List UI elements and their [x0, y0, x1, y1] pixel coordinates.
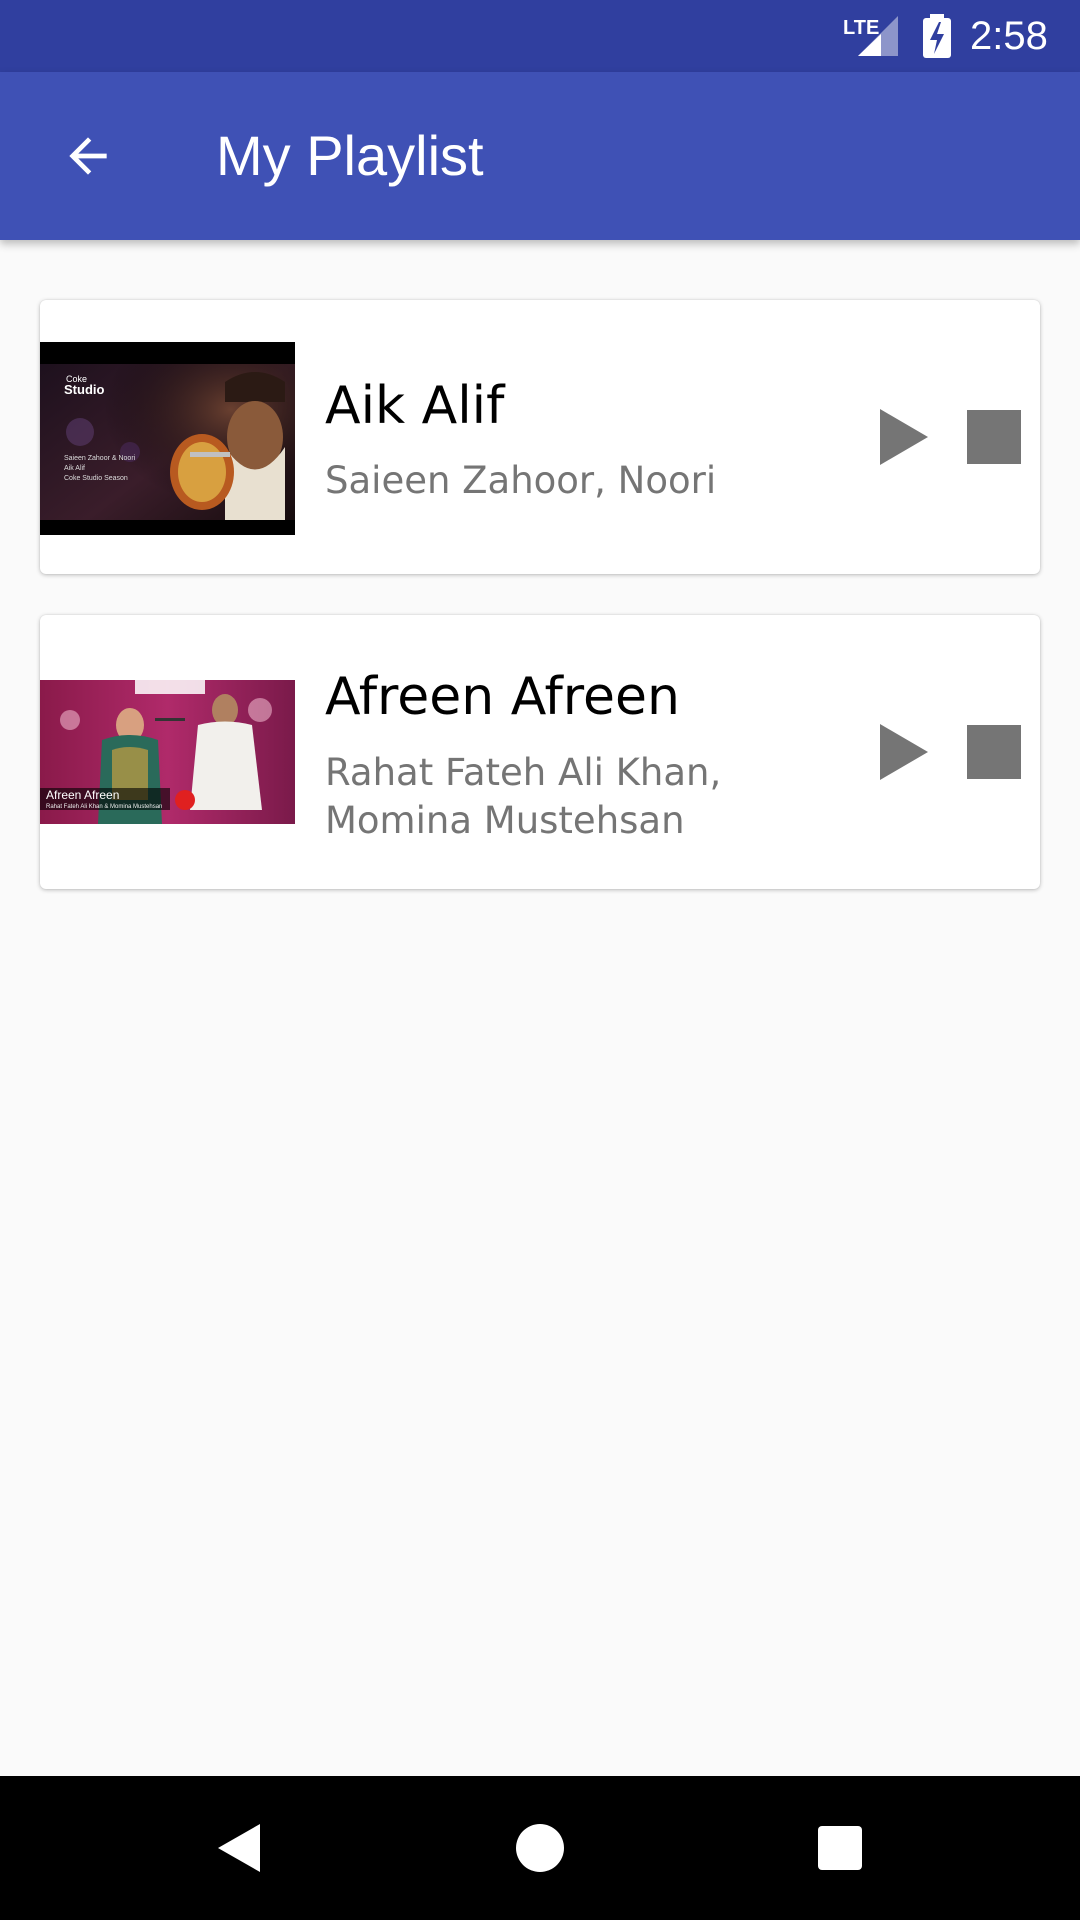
thumb-brand-bottom: Studio [64, 382, 104, 397]
playlist-item[interactable]: Afreen Afreen Rahat Fateh Ali Khan & Mom… [40, 615, 1040, 889]
song-artist: Saieen Zahoor, Noori [325, 459, 717, 502]
battery-charging-icon [923, 14, 951, 58]
stop-button[interactable] [958, 716, 1030, 788]
app-bar: My Playlist [0, 72, 1080, 240]
song-thumbnail: Coke Studio Saieen Zahoor & Noori Aik Al… [40, 342, 295, 535]
nav-recents-button[interactable] [800, 1808, 880, 1888]
stop-icon [967, 410, 1021, 464]
thumb-caption-2: Rahat Fateh Ali Khan & Momina Mustehsan [46, 804, 162, 810]
page-title: My Playlist [216, 124, 484, 187]
nav-home-button[interactable] [500, 1808, 580, 1888]
play-icon [880, 409, 928, 465]
arrow-back-icon [69, 137, 107, 175]
play-icon [880, 724, 928, 780]
thumb-caption-1: Afreen Afreen [46, 788, 119, 802]
nav-home-icon [516, 1824, 564, 1872]
status-bar: LTE 2:58 [0, 0, 1080, 72]
thumb-caption-2: Aik Alif [64, 465, 85, 472]
song-artist: Rahat Fateh Ali Khan, Momina Mustehsan [325, 751, 722, 842]
network-label: LTE [843, 17, 879, 39]
stop-button[interactable] [958, 401, 1030, 473]
nav-recents-icon [818, 1826, 862, 1870]
song-title: Afreen Afreen [325, 667, 680, 727]
thumb-caption-3: Coke Studio Season [64, 475, 128, 482]
lte-signal-icon: LTE [843, 16, 898, 56]
song-title: Aik Alif [325, 376, 505, 436]
playlist-item[interactable]: Coke Studio Saieen Zahoor & Noori Aik Al… [40, 300, 1040, 574]
play-button[interactable] [866, 401, 938, 473]
song-thumbnail: Afreen Afreen Rahat Fateh Ali Khan & Mom… [40, 680, 295, 824]
status-time: 2:58 [970, 14, 1048, 58]
play-button[interactable] [866, 716, 938, 788]
thumb-caption-1: Saieen Zahoor & Noori [64, 455, 136, 462]
navigation-bar [0, 1776, 1080, 1920]
back-button[interactable] [44, 112, 132, 200]
nav-back-button[interactable] [200, 1808, 280, 1888]
stop-icon [967, 725, 1021, 779]
nav-back-icon [218, 1824, 260, 1872]
